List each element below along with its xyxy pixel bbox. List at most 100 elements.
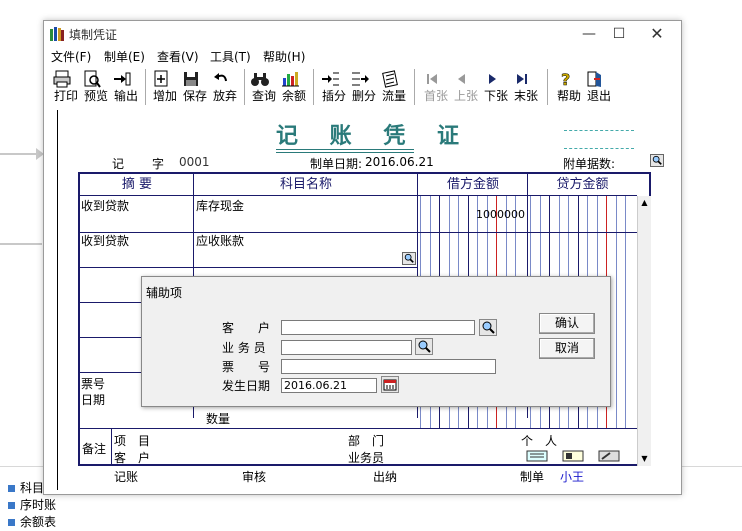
close-button[interactable]: ✕ <box>642 23 672 45</box>
books-app-icon <box>50 27 64 41</box>
column-credit: 贷方金额 <box>528 174 637 196</box>
auxiliary-dialog: 辅助项 客 户 业 务 员 票 号 发生日期 确认 取消 <box>141 276 611 407</box>
row-divider <box>80 232 637 233</box>
print-button[interactable]: 打印 <box>52 67 80 107</box>
card-icon[interactable] <box>562 450 584 462</box>
menu-file[interactable]: 文件(F) <box>51 48 91 66</box>
toolbar-separator <box>145 69 147 105</box>
voucher-scrollbar[interactable]: ▲ ▼ <box>637 196 651 466</box>
row-divider <box>80 428 637 429</box>
export-button[interactable]: 输出 <box>112 67 140 107</box>
add-button[interactable]: 增加 <box>151 67 179 107</box>
row-1-summary[interactable]: 收到贷款 <box>81 197 129 214</box>
save-icon <box>184 72 198 86</box>
title-bar[interactable]: 填制凭证 — ☐ ✕ <box>44 21 681 48</box>
voucher-number[interactable]: 0001 <box>179 155 210 169</box>
customer-lookup-button[interactable] <box>479 319 497 336</box>
cancel-button[interactable]: 取消 <box>539 338 595 359</box>
row-2-account[interactable]: 应收账款 <box>196 232 244 249</box>
person-label: 个 人 <box>521 434 558 448</box>
column-account: 科目名称 <box>194 174 418 196</box>
menu-help[interactable]: 帮助(H) <box>263 48 305 66</box>
window-title: 填制凭证 <box>69 28 118 42</box>
export-icon <box>114 72 131 86</box>
first-icon <box>427 74 437 84</box>
voucher-window: 填制凭证 — ☐ ✕ 文件(F) 制单(E) 查看(V) 工具(T) 帮助(H)… <box>43 20 682 495</box>
printer-icon <box>53 70 71 88</box>
attachment-lookup-button[interactable] <box>650 154 664 167</box>
undo-button[interactable]: 放弃 <box>211 67 239 107</box>
title-underline <box>276 149 414 150</box>
add-icon <box>154 70 168 87</box>
background-nav-item[interactable]: 余额表 <box>8 514 56 531</box>
scroll-down-arrow-icon[interactable]: ▼ <box>638 452 651 466</box>
toolbar-separator <box>547 69 549 105</box>
digit-line <box>615 196 617 428</box>
maximize-button[interactable]: ☐ <box>604 23 634 45</box>
row-2-summary[interactable]: 收到贷款 <box>81 232 129 249</box>
voucher-word-label: 记 <box>112 157 125 171</box>
maker-name: 小王 <box>560 470 585 484</box>
background-connector <box>0 243 42 245</box>
delete-entry-button[interactable]: 删分 <box>350 67 378 107</box>
cash-flow-button[interactable]: 流量 <box>380 67 408 107</box>
menu-voucher[interactable]: 制单(E) <box>104 48 145 66</box>
salesman-input[interactable] <box>281 340 412 355</box>
menu-tools[interactable]: 工具(T) <box>210 48 251 66</box>
undo-icon <box>214 73 227 82</box>
account-lookup-button[interactable] <box>402 252 416 265</box>
query-button[interactable]: 查询 <box>250 67 278 107</box>
customer-input[interactable] <box>281 320 475 335</box>
notepad-icon[interactable] <box>526 450 548 462</box>
ticket-label: 票号 <box>81 377 106 391</box>
calendar-icon <box>383 379 397 391</box>
voucher-date[interactable]: 2016.06.21 <box>365 155 434 169</box>
magnifier-icon <box>418 340 431 353</box>
preview-button[interactable]: 预览 <box>82 67 110 107</box>
magnifier-icon <box>404 253 414 263</box>
next-voucher-button[interactable]: 下张 <box>482 67 510 107</box>
period-label: 日期 <box>81 393 106 407</box>
date-input[interactable] <box>281 378 377 393</box>
last-icon <box>517 74 527 84</box>
date-field-label: 发生日期 <box>222 379 271 393</box>
exit-button[interactable]: 退出 <box>585 67 613 107</box>
voucher-zi-label: 字 <box>152 157 165 171</box>
row-1-debit[interactable]: 1000000 <box>476 208 525 221</box>
grid-line <box>111 428 112 466</box>
tools-icon[interactable] <box>598 450 620 462</box>
ticket-input[interactable] <box>281 359 496 374</box>
salesman-field-label: 业 务 员 <box>222 341 266 355</box>
help-button[interactable]: ? 帮助 <box>555 67 583 107</box>
dialog-title: 辅助项 <box>146 286 183 300</box>
first-voucher-button[interactable]: 首张 <box>422 67 450 107</box>
ticket-field-label: 票 号 <box>222 360 271 374</box>
row-1-account[interactable]: 库存现金 <box>196 197 244 214</box>
bullet-icon <box>8 502 15 509</box>
balance-chart-icon <box>282 72 299 87</box>
scroll-up-arrow-icon[interactable]: ▲ <box>638 196 651 210</box>
next-icon <box>489 74 496 84</box>
previous-voucher-button[interactable]: 上张 <box>452 67 480 107</box>
last-voucher-button[interactable]: 末张 <box>512 67 540 107</box>
row-divider <box>80 267 417 268</box>
minimize-button[interactable]: — <box>574 23 604 45</box>
cashier-label: 出纳 <box>373 470 398 484</box>
customer-field-label: 客 户 <box>222 321 271 335</box>
dashed-line <box>564 130 634 131</box>
calendar-button[interactable] <box>381 376 399 393</box>
save-button[interactable]: 保存 <box>181 67 209 107</box>
magnifier-icon <box>482 321 495 334</box>
background-nav-item[interactable]: 序时账 <box>8 497 56 514</box>
insert-entry-button[interactable]: 插分 <box>320 67 348 107</box>
balance-button[interactable]: 余额 <box>280 67 308 107</box>
column-summary: 摘 要 <box>80 174 194 196</box>
salesman-lookup-button[interactable] <box>415 338 433 355</box>
menu-bar: 文件(F) 制单(E) 查看(V) 工具(T) 帮助(H) <box>44 48 681 66</box>
bookkeeper-label: 记账 <box>114 470 139 484</box>
confirm-button[interactable]: 确认 <box>539 313 595 334</box>
bullet-icon <box>8 485 15 492</box>
menu-view[interactable]: 查看(V) <box>157 48 199 66</box>
toolbar-separator <box>414 69 416 105</box>
attachment-count-label: 附单据数: <box>563 157 616 171</box>
